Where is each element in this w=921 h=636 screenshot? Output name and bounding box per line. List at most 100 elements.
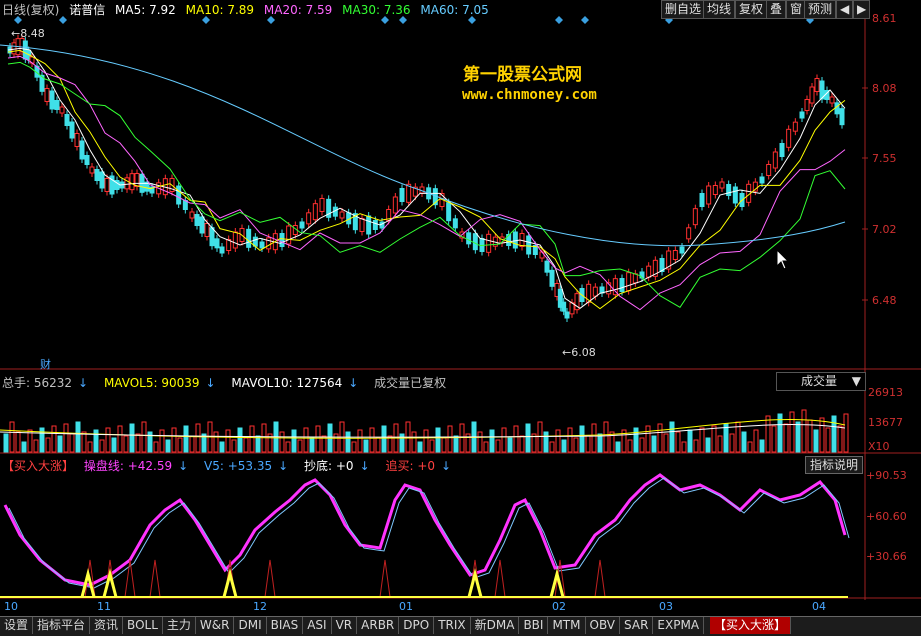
candle <box>64 114 70 126</box>
stock-chart-canvas[interactable] <box>0 0 921 635</box>
candle <box>632 273 638 284</box>
bottom-tab-6[interactable]: DMI <box>234 617 267 634</box>
volume-bar <box>219 441 225 453</box>
volume-bar <box>93 429 99 453</box>
candle <box>726 184 732 196</box>
bottom-tab-19[interactable]: 【买入大涨】 <box>710 617 792 634</box>
volume-bar <box>309 437 315 453</box>
volume-tick: 13677 <box>868 416 903 429</box>
volume-bar <box>297 439 303 453</box>
toolbar-button-5[interactable]: 预测 <box>804 0 837 19</box>
volume-bar <box>519 435 525 453</box>
volume-bar <box>555 429 561 453</box>
candle <box>44 88 50 102</box>
bottom-tab-14[interactable]: BBI <box>519 617 549 634</box>
volume-bar <box>477 431 483 453</box>
volume-bar <box>375 437 381 453</box>
candle <box>772 151 778 169</box>
candle <box>89 166 95 174</box>
candle <box>49 90 55 110</box>
bottom-tab-9[interactable]: VR <box>331 617 358 634</box>
bottom-tab-18[interactable]: EXPMA <box>653 617 705 634</box>
candle <box>84 155 90 165</box>
candle <box>266 237 272 250</box>
bottom-tab-3[interactable]: BOLL <box>123 617 163 634</box>
volume-bar <box>177 437 183 453</box>
nav-left-icon[interactable]: ◀ <box>836 0 854 19</box>
candle <box>809 86 815 104</box>
bottom-tab-5[interactable]: W&R <box>195 617 235 634</box>
bottom-tab-2[interactable]: 资讯 <box>90 617 124 634</box>
toolbar-button-3[interactable]: 叠 <box>766 0 787 19</box>
volume-bar <box>447 425 453 453</box>
candle <box>214 238 220 249</box>
volume-bar <box>237 427 243 453</box>
bottom-tab-7[interactable]: BIAS <box>266 617 304 634</box>
price-tick: 7.02 <box>872 223 897 236</box>
bottom-tab-15[interactable]: MTM <box>548 617 586 634</box>
volume-bar <box>597 433 603 453</box>
volume-bar <box>801 409 807 453</box>
candle <box>834 102 840 115</box>
indicator-line3: 抄底: +0 ↓ <box>304 459 370 473</box>
volume-bar <box>825 427 831 453</box>
candle <box>646 265 652 278</box>
candle <box>134 173 140 187</box>
bottom-tab-12[interactable]: TRIX <box>434 617 471 634</box>
bottom-tab-4[interactable]: 主力 <box>162 617 196 634</box>
bottom-tab-1[interactable]: 指标平台 <box>33 617 91 634</box>
bottom-tab-16[interactable]: OBV <box>585 617 621 634</box>
volume-bar <box>189 435 195 453</box>
volume-bar <box>117 425 123 453</box>
volume-bar <box>351 441 357 453</box>
candle <box>312 203 318 221</box>
toolbar-button-0[interactable]: 删自选 <box>661 0 706 19</box>
volume-bar <box>615 441 621 453</box>
bottom-tab-11[interactable]: DPO <box>399 617 435 634</box>
volume-bar <box>489 429 495 453</box>
low-price-annotation: ←6.08 <box>562 346 596 359</box>
candle <box>759 176 765 184</box>
volume-bar <box>663 433 669 453</box>
volume-indicator-select[interactable]: 成交量 ▼ <box>776 372 866 391</box>
bottom-tab-10[interactable]: ARBR <box>357 617 400 634</box>
bottom-tab-17[interactable]: SAR <box>620 617 654 634</box>
v5-line <box>8 477 850 589</box>
price-tick: 8.08 <box>872 82 897 95</box>
candle <box>732 186 738 204</box>
volume-bar <box>129 423 135 453</box>
candle <box>319 198 325 212</box>
bottom-tab-0[interactable]: 设置 <box>0 617 34 634</box>
bottom-tab-8[interactable]: ASI <box>303 617 332 634</box>
volume-bar <box>15 431 21 453</box>
candle <box>54 100 60 110</box>
volume-note: 成交量已复权 <box>374 376 447 390</box>
volume-bar <box>243 437 249 453</box>
candle <box>544 260 550 273</box>
indicator-help-button[interactable]: 指标说明 <box>805 456 863 474</box>
toolbar-button-2[interactable]: 复权 <box>735 0 768 19</box>
indicator-header: 【买入大涨】 操盘线: +42.59 ↓ V5: +53.35 ↓ 抄底: +0 ↓ … <box>2 457 463 474</box>
volume-bar <box>195 423 201 453</box>
volume-bar <box>183 425 189 453</box>
signal-spike <box>379 559 391 598</box>
financial-marker[interactable]: 财 <box>40 356 51 372</box>
bottom-tab-13[interactable]: 新DMA <box>470 617 520 634</box>
volume-bar <box>549 441 555 453</box>
volume-bar <box>33 439 39 453</box>
volume-bar <box>105 427 111 453</box>
toolbar-button-4[interactable]: 窗 <box>786 0 807 19</box>
indicator-name[interactable]: 【买入大涨】 <box>2 459 74 473</box>
volume-bar <box>759 439 765 453</box>
candle <box>94 169 100 181</box>
signal-diamond-marker <box>581 16 589 24</box>
toolbar-button-1[interactable]: 均线 <box>703 0 736 19</box>
volume-bar <box>231 439 237 453</box>
volume-bar <box>123 435 129 453</box>
candle <box>74 133 80 147</box>
candle <box>452 218 458 229</box>
volume-bar <box>99 439 105 453</box>
volume-bar <box>633 427 639 453</box>
nav-right-icon[interactable]: ▶ <box>853 0 871 19</box>
volume-bar <box>135 433 141 453</box>
